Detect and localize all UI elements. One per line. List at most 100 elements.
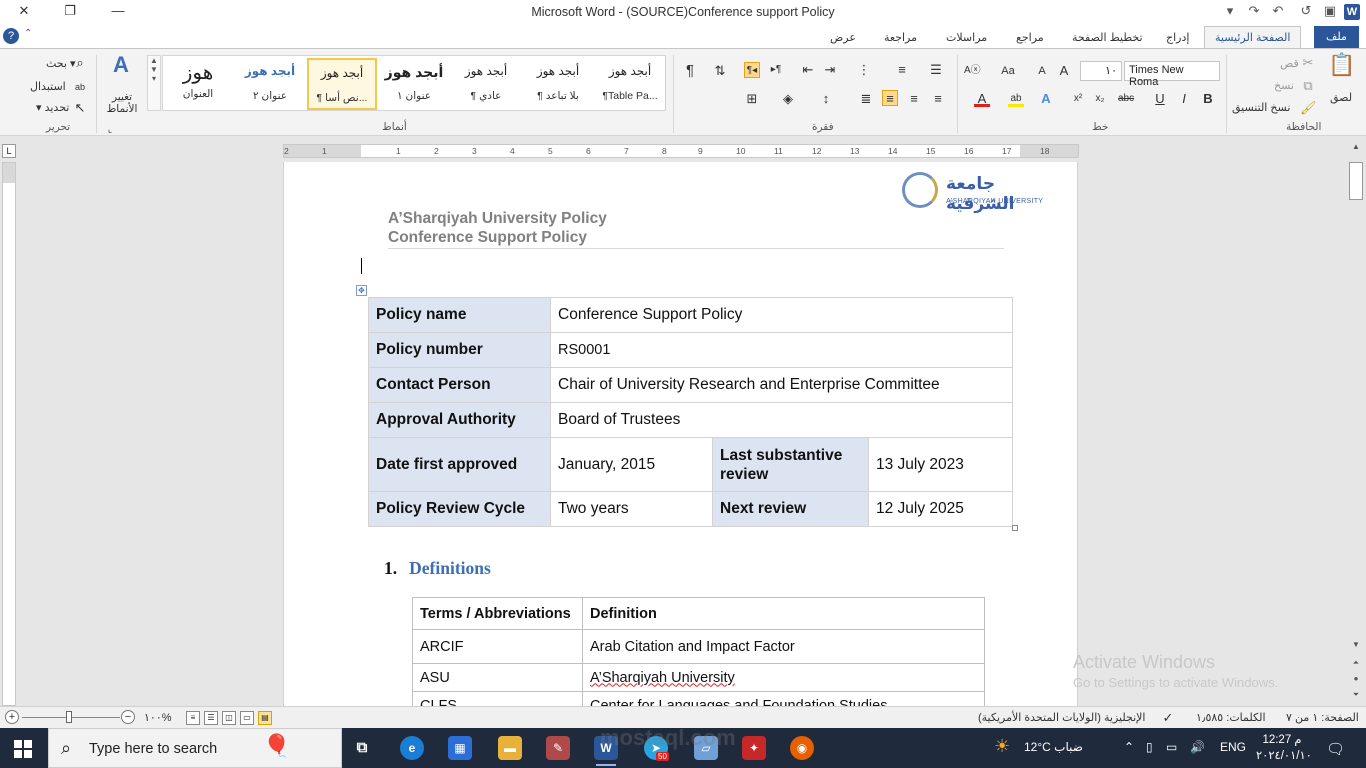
undo-icon-2[interactable]: ↺: [1296, 3, 1316, 23]
style-heading-2[interactable]: أبجد هوز عنوان ٢: [235, 58, 305, 110]
style-normal[interactable]: أبجد هوز ¶ عادي: [451, 58, 521, 110]
font-size-combobox[interactable]: ١٠: [1080, 61, 1122, 81]
tab-mailings[interactable]: مراسلات: [940, 29, 993, 46]
line-spacing-icon[interactable]: ↕: [818, 91, 834, 107]
tab-review[interactable]: مراجعة: [878, 29, 923, 46]
replace-button[interactable]: استبدال: [30, 80, 66, 93]
shading-icon[interactable]: ◈: [780, 91, 796, 107]
font-name-combobox[interactable]: Times New Roma: [1124, 61, 1220, 88]
format-painter-button[interactable]: نسخ التنسيق: [1232, 101, 1290, 114]
document-page[interactable]: جامعة الشرقية A'SHARQIYAH UNIVERSITY A’S…: [283, 162, 1078, 706]
highlight-color-icon[interactable]: ab: [1008, 91, 1024, 107]
numbering-icon[interactable]: ≡: [894, 62, 910, 78]
prev-page-icon[interactable]: ⏶: [1350, 658, 1362, 670]
ltr-direction-icon[interactable]: ▸¶: [768, 62, 784, 78]
sort-icon[interactable]: ⇅: [712, 63, 728, 79]
date-first-approved-value[interactable]: January, 2015: [550, 437, 713, 492]
subscript-icon[interactable]: x₂: [1092, 91, 1108, 107]
tab-home[interactable]: الصفحة الرئيسية: [1204, 26, 1302, 48]
term-cell[interactable]: ARCIF: [412, 629, 583, 664]
zoom-slider-thumb[interactable]: [66, 711, 72, 723]
customize-qat-icon[interactable]: ▾: [1220, 3, 1240, 23]
styles-launcher-icon[interactable]: ⌞: [102, 121, 118, 137]
scroll-up-icon[interactable]: ▲: [1350, 142, 1362, 154]
tab-layout[interactable]: تخطيط الصفحة: [1066, 29, 1149, 46]
increase-indent-icon[interactable]: ⇥: [822, 62, 838, 78]
cut-button[interactable]: قص: [1280, 57, 1299, 70]
undo-icon[interactable]: ↶: [1268, 3, 1288, 23]
help-icon[interactable]: ?: [3, 28, 19, 44]
web-layout-icon[interactable]: ◫: [222, 711, 236, 725]
definition-cell[interactable]: A’Sharqiyah University: [582, 663, 985, 692]
device-icon[interactable]: ▯: [1146, 740, 1153, 754]
draft-view-icon[interactable]: ≡: [186, 711, 200, 725]
task-view-icon[interactable]: ⧉: [350, 736, 374, 760]
multilevel-list-icon[interactable]: ⋮: [856, 62, 872, 78]
style-title[interactable]: هوز العنوان: [163, 58, 233, 110]
next-review-value[interactable]: 12 July 2025: [868, 491, 1013, 527]
vertical-ruler[interactable]: [2, 162, 16, 706]
style-table-paragraph[interactable]: أبجد هوز ¶Table Pa...: [595, 58, 665, 110]
policy-number-value[interactable]: RS0001: [550, 332, 1013, 368]
last-review-value[interactable]: 13 July 2023: [868, 437, 1013, 492]
firefox-icon[interactable]: ◉: [790, 736, 814, 760]
browse-object-icon[interactable]: ●: [1350, 674, 1362, 686]
review-cycle-value[interactable]: Two years: [550, 491, 713, 527]
style-heading-1[interactable]: أبجد هوز عنوان ١: [379, 58, 449, 110]
select-button[interactable]: ▾ تحديد: [36, 101, 69, 114]
tab-references[interactable]: مراجع: [1010, 29, 1050, 46]
definition-cell[interactable]: Center for Languages and Foundation Stud…: [582, 691, 985, 706]
pdf-reader-icon[interactable]: ✦: [742, 736, 766, 760]
superscript-icon[interactable]: x²: [1070, 91, 1086, 107]
change-styles-icon[interactable]: A: [108, 54, 134, 83]
table-move-handle-icon[interactable]: ✥: [356, 285, 367, 296]
word-count[interactable]: الكلمات: ١٫٥٨٥: [1196, 711, 1266, 724]
tab-view[interactable]: عرض: [824, 29, 862, 46]
term-cell[interactable]: CLFS: [412, 691, 583, 706]
change-case-icon[interactable]: Aa: [1000, 63, 1016, 79]
italic-icon[interactable]: I: [1176, 91, 1192, 107]
align-left-icon[interactable]: ≡: [930, 91, 946, 107]
change-styles-button[interactable]: تغيير الأنماط: [102, 91, 142, 115]
scroll-thumb[interactable]: [1349, 162, 1363, 200]
bullets-icon[interactable]: ☰: [928, 62, 944, 78]
shrink-font-icon[interactable]: A: [1034, 63, 1050, 79]
contact-person-value[interactable]: Chair of University Research and Enterpr…: [550, 367, 1013, 403]
table-resize-handle[interactable]: [1012, 525, 1018, 531]
vertical-scrollbar[interactable]: ▲ ▼ ⏶ ● ⏷: [1346, 136, 1366, 706]
styles-gallery-scroll[interactable]: ▲ ▼ ▾: [147, 55, 161, 111]
approval-authority-value[interactable]: Board of Trustees: [550, 402, 1013, 438]
store-icon[interactable]: ▦: [448, 736, 472, 760]
outline-view-icon[interactable]: ☰: [204, 711, 218, 725]
zoom-level[interactable]: ١٠٠%: [144, 711, 172, 724]
tab-insert[interactable]: إدراج: [1160, 29, 1195, 46]
file-explorer-icon[interactable]: ▬: [498, 736, 522, 760]
taskbar-search[interactable]: ⌕ Type here to search 🎈: [48, 728, 342, 768]
save-icon[interactable]: ▣: [1320, 3, 1340, 23]
style-no-spacing[interactable]: أبجد هوز ¶ بلا تباعد: [523, 58, 593, 110]
paste-button[interactable]: لصق: [1330, 91, 1352, 104]
scroll-down-icon[interactable]: ▼: [1350, 640, 1362, 652]
print-layout-icon[interactable]: ▤: [258, 711, 272, 725]
proofing-icon[interactable]: ✓: [1160, 710, 1176, 726]
zoom-out-button[interactable]: −: [121, 710, 135, 724]
input-language[interactable]: ENG: [1220, 740, 1246, 754]
strikethrough-icon[interactable]: abc: [1118, 91, 1134, 107]
decrease-indent-icon[interactable]: ⇤: [800, 62, 816, 78]
text-effects-icon[interactable]: A: [1038, 91, 1054, 107]
show-hidden-icons-icon[interactable]: ⌃: [1124, 740, 1134, 754]
center-icon[interactable]: ≡: [906, 91, 922, 107]
notifications-icon[interactable]: 🗨: [1326, 740, 1345, 758]
paint-app-icon[interactable]: ✎: [546, 736, 570, 760]
weather-text[interactable]: 12°C ضباب: [1024, 740, 1083, 754]
tab-selector[interactable]: L: [2, 144, 16, 158]
bold-icon[interactable]: B: [1200, 91, 1216, 107]
zoom-in-button[interactable]: +: [5, 710, 19, 724]
clock[interactable]: 12:27 م ٢٠٢٤/٠١/١٠: [1256, 732, 1312, 764]
tab-file[interactable]: ملف: [1314, 26, 1359, 48]
volume-icon[interactable]: 🔊: [1190, 740, 1205, 754]
underline-icon[interactable]: U: [1152, 91, 1168, 107]
term-cell[interactable]: ASU: [412, 663, 583, 692]
edge-browser-icon[interactable]: e: [400, 736, 424, 760]
paste-icon[interactable]: 📋: [1328, 54, 1355, 87]
